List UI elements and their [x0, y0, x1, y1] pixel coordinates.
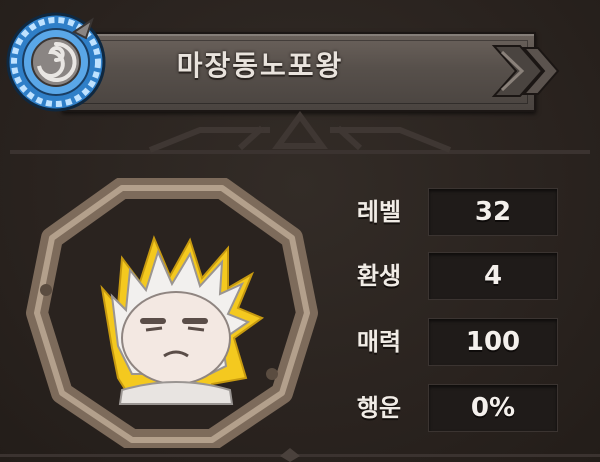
character-portrait [26, 178, 318, 448]
swirl-emblem-icon [6, 12, 106, 112]
stat-value-charm: 100 [465, 327, 521, 357]
stat-value-luck: 0% [470, 393, 516, 423]
stat-box-level: 32 [428, 188, 558, 236]
stat-box-rebirth: 4 [428, 252, 558, 300]
ornament-divider [10, 110, 590, 154]
stat-label-level: 레벨 [356, 198, 402, 226]
stat-label-rebirth: 환생 [356, 262, 402, 290]
double-chevron-right-icon[interactable] [490, 36, 570, 106]
character-name: 마장동노포왕 [176, 49, 344, 82]
stat-label-luck: 행운 [356, 394, 402, 422]
character-info-panel: 마장동노포왕 레벨 32 환생 4 매력 100 행운 0% [0, 0, 600, 462]
stat-label-charm: 매력 [356, 328, 402, 356]
stat-value-level: 32 [474, 197, 512, 227]
bottom-divider [0, 448, 600, 462]
stat-box-charm: 100 [428, 318, 558, 366]
stat-box-luck: 0% [428, 384, 558, 432]
stat-value-rebirth: 4 [483, 261, 503, 291]
